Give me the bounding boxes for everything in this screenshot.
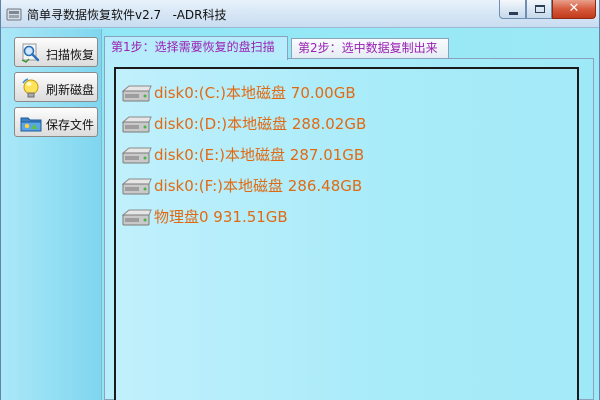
window-title: 简单寻数据恢复软件v2.7 -ADR科技 xyxy=(27,8,227,22)
close-button[interactable]: ✕ xyxy=(552,0,596,19)
tab-panel: disk0:(C:)本地磁盘 70.00GB disk0:(D:)本地磁盘 28… xyxy=(104,58,594,400)
maximize-icon xyxy=(535,5,545,13)
sidebar: 扫描恢复 刷新磁盘 保存文件 xyxy=(1,29,102,400)
minimize-button[interactable] xyxy=(499,0,526,19)
hard-drive-icon xyxy=(121,178,152,195)
refresh-lightbulb-icon xyxy=(22,78,39,98)
tab-step2[interactable]: 第2步：选中数据复制出来 xyxy=(291,38,449,58)
hard-drive-icon xyxy=(121,85,152,102)
hard-drive-icon xyxy=(121,116,152,133)
save-file-label: 保存文件 xyxy=(46,118,95,132)
scan-recover-label: 扫描恢复 xyxy=(46,48,95,62)
maximize-button[interactable] xyxy=(526,0,552,19)
disk-list[interactable]: disk0:(C:)本地磁盘 70.00GB disk0:(D:)本地磁盘 28… xyxy=(114,67,579,400)
disk-label: 物理盘0 931.51GB xyxy=(154,208,288,226)
save-folder-icon xyxy=(20,117,42,132)
disk-label: disk0:(D:)本地磁盘 288.02GB xyxy=(154,115,367,133)
disk-label: disk0:(E:)本地磁盘 287.01GB xyxy=(154,146,365,164)
refresh-disk-button[interactable]: 刷新磁盘 xyxy=(14,72,98,102)
save-file-button[interactable]: 保存文件 xyxy=(14,107,98,137)
hard-drive-icon xyxy=(121,147,152,164)
hard-drive-icon xyxy=(121,209,152,226)
minimize-icon xyxy=(509,12,518,15)
title-bar[interactable]: 简单寻数据恢复软件v2.7 -ADR科技 ✕ xyxy=(1,0,599,28)
refresh-disk-label: 刷新磁盘 xyxy=(46,83,95,97)
app-icon xyxy=(6,8,22,21)
magnifier-icon xyxy=(21,43,40,63)
disk-label: disk0:(C:)本地磁盘 70.00GB xyxy=(154,84,356,102)
tab-step1[interactable]: 第1步：选择需要恢复的盘扫描 xyxy=(104,36,288,60)
scan-recover-button[interactable]: 扫描恢复 xyxy=(14,37,98,67)
close-icon: ✕ xyxy=(568,1,580,16)
disk-label: disk0:(F:)本地磁盘 286.48GB xyxy=(154,177,363,195)
app-window: 简单寻数据恢复软件v2.7 -ADR科技 ✕ 扫描恢复 刷新磁盘 保存文件 第1… xyxy=(0,0,600,400)
